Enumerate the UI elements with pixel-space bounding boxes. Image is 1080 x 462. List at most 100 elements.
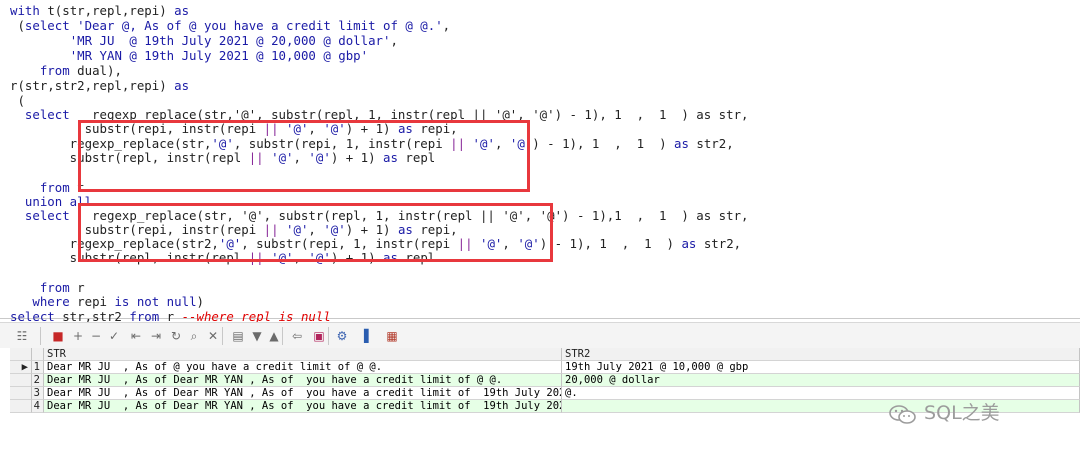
cell-str[interactable]: Dear MR JU , As of @ you have a credit l…: [44, 361, 562, 374]
code-token: (: [10, 93, 25, 108]
watermark-text: SQL之美: [924, 402, 1000, 424]
code-line: 'MR YAN @ 19th July 2021 @ 10,000 @ gbp': [10, 48, 368, 63]
code-token: str2,: [696, 136, 734, 151]
cell-str2[interactable]: 20,000 @ dollar: [562, 374, 1080, 387]
table-row[interactable]: ▶ 1 Dear MR JU , As of @ you have a credit…: [0, 361, 1080, 374]
sort-icon[interactable]: ▲: [266, 328, 282, 344]
code-token: ) - 1), 1 , 1 ): [532, 136, 674, 151]
column-header-str2[interactable]: STR2: [562, 348, 1080, 361]
code-token: is not null: [114, 294, 197, 309]
toolbar-separator: [282, 327, 283, 345]
cell-str2[interactable]: 19th July 2021 @ 10,000 @ gbp: [562, 361, 1080, 374]
post-changes-icon[interactable]: ✓: [106, 328, 122, 344]
code-token: t(str,repl,repi): [47, 3, 175, 18]
code-token: from: [39, 280, 78, 295]
code-token: as: [174, 3, 190, 18]
toolbar-separator: [40, 327, 41, 345]
single-record-icon[interactable]: ▤: [230, 328, 246, 344]
first-record-icon[interactable]: ⇤: [128, 328, 144, 344]
row-indicator[interactable]: ▶: [10, 361, 32, 374]
code-token: ) - 1), 1 , 1 ): [539, 236, 682, 251]
query-by-example-icon[interactable]: ⚙: [334, 328, 350, 344]
row-number: 3: [32, 387, 44, 400]
watermark: SQL之美: [888, 396, 1000, 430]
grid-toolbar: ☷ ■ + − ✓ ⇤ ⇥ ↻ ⌕ ✕ ▤ ▼ ▲ ⇦ ▣ ⚙ ▐ ▦: [0, 322, 1080, 350]
row-number: 2: [32, 374, 44, 387]
toolbar-separator: [222, 327, 223, 345]
code-token: ,: [442, 18, 451, 33]
add-row-icon[interactable]: +: [70, 328, 86, 344]
row-number: 1: [32, 361, 44, 374]
code-line: where repi is not null): [10, 294, 204, 309]
wechat-icon: [888, 403, 918, 425]
clear-icon[interactable]: ✕: [205, 328, 221, 344]
chart-icon[interactable]: ▐: [356, 328, 372, 344]
code-token: where: [32, 294, 78, 309]
highlight-box-1: [78, 120, 530, 192]
cell-str[interactable]: Dear MR JU , As of Dear MR YAN , As of y…: [44, 387, 562, 400]
table-view-icon[interactable]: ▦: [384, 328, 400, 344]
code-line: (select 'Dear @, As of @ you have a cred…: [10, 18, 450, 33]
row-indicator[interactable]: [10, 374, 32, 387]
code-token: select: [24, 107, 78, 122]
code-token: ): [196, 294, 204, 309]
highlight-box-2: [78, 203, 553, 262]
code-token: from: [39, 63, 78, 78]
code-token: select: [24, 208, 78, 223]
cell-str2[interactable]: @.: [562, 387, 1080, 400]
save-icon[interactable]: ▣: [311, 328, 327, 344]
last-record-icon[interactable]: ⇥: [148, 328, 164, 344]
code-token: as: [174, 78, 190, 93]
column-header-str[interactable]: [32, 348, 44, 361]
lock-icon[interactable]: ■: [50, 328, 66, 344]
export-icon[interactable]: ⇦: [289, 328, 305, 344]
code-token: with: [10, 3, 48, 18]
cell-str2[interactable]: [562, 400, 1080, 413]
grid-header: STR STR2: [0, 348, 1080, 361]
code-token: select: [24, 18, 78, 33]
grid-options-icon[interactable]: ☷: [14, 328, 30, 344]
code-line: 'MR JU @ 19th July 2021 @ 20,000 @ dolla…: [10, 33, 398, 48]
cell-str[interactable]: Dear MR JU , As of Dear MR YAN , As of y…: [44, 374, 562, 387]
row-number: 4: [32, 400, 44, 413]
code-token: str2,: [703, 236, 742, 251]
code-token: 'Dear @, As of @ you have a credit limit…: [77, 18, 443, 33]
code-line: r(str,str2,repl,repi) as: [10, 78, 189, 93]
code-line: (: [10, 93, 25, 108]
code-token: (: [10, 18, 25, 33]
code-line: from t: [10, 180, 85, 195]
code-token: as: [674, 136, 697, 151]
code-token: r: [77, 280, 85, 295]
code-token: 'MR YAN @ 19th July 2021 @ 10,000 @ gbp': [69, 48, 369, 63]
code-token: as: [681, 236, 704, 251]
row-indicator[interactable]: [10, 400, 32, 413]
code-token: from: [39, 180, 78, 195]
refresh-icon[interactable]: ↻: [168, 328, 184, 344]
code-line: from dual),: [10, 63, 122, 78]
row-indicator-header: [10, 348, 32, 361]
code-token: dual),: [77, 63, 122, 78]
toolbar-separator: [328, 327, 329, 345]
code-line: with t(str,repl,repi) as: [10, 3, 189, 18]
code-token: ,: [390, 33, 398, 48]
delete-row-icon[interactable]: −: [88, 328, 104, 344]
find-icon[interactable]: ⌕: [186, 328, 202, 344]
table-row[interactable]: 2 Dear MR JU , As of Dear MR YAN , As of …: [0, 374, 1080, 387]
code-token: r(str,str2,repl,repi): [10, 78, 175, 93]
cell-str[interactable]: Dear MR JU , As of Dear MR YAN , As of y…: [44, 400, 562, 413]
code-token: repi: [77, 294, 115, 309]
code-line: from r: [10, 280, 85, 295]
filter-icon[interactable]: ▼: [249, 328, 265, 344]
code-token: 'MR JU @ 19th July 2021 @ 20,000 @ dolla…: [69, 33, 391, 48]
row-indicator[interactable]: [10, 387, 32, 400]
column-header-str[interactable]: STR: [44, 348, 562, 361]
